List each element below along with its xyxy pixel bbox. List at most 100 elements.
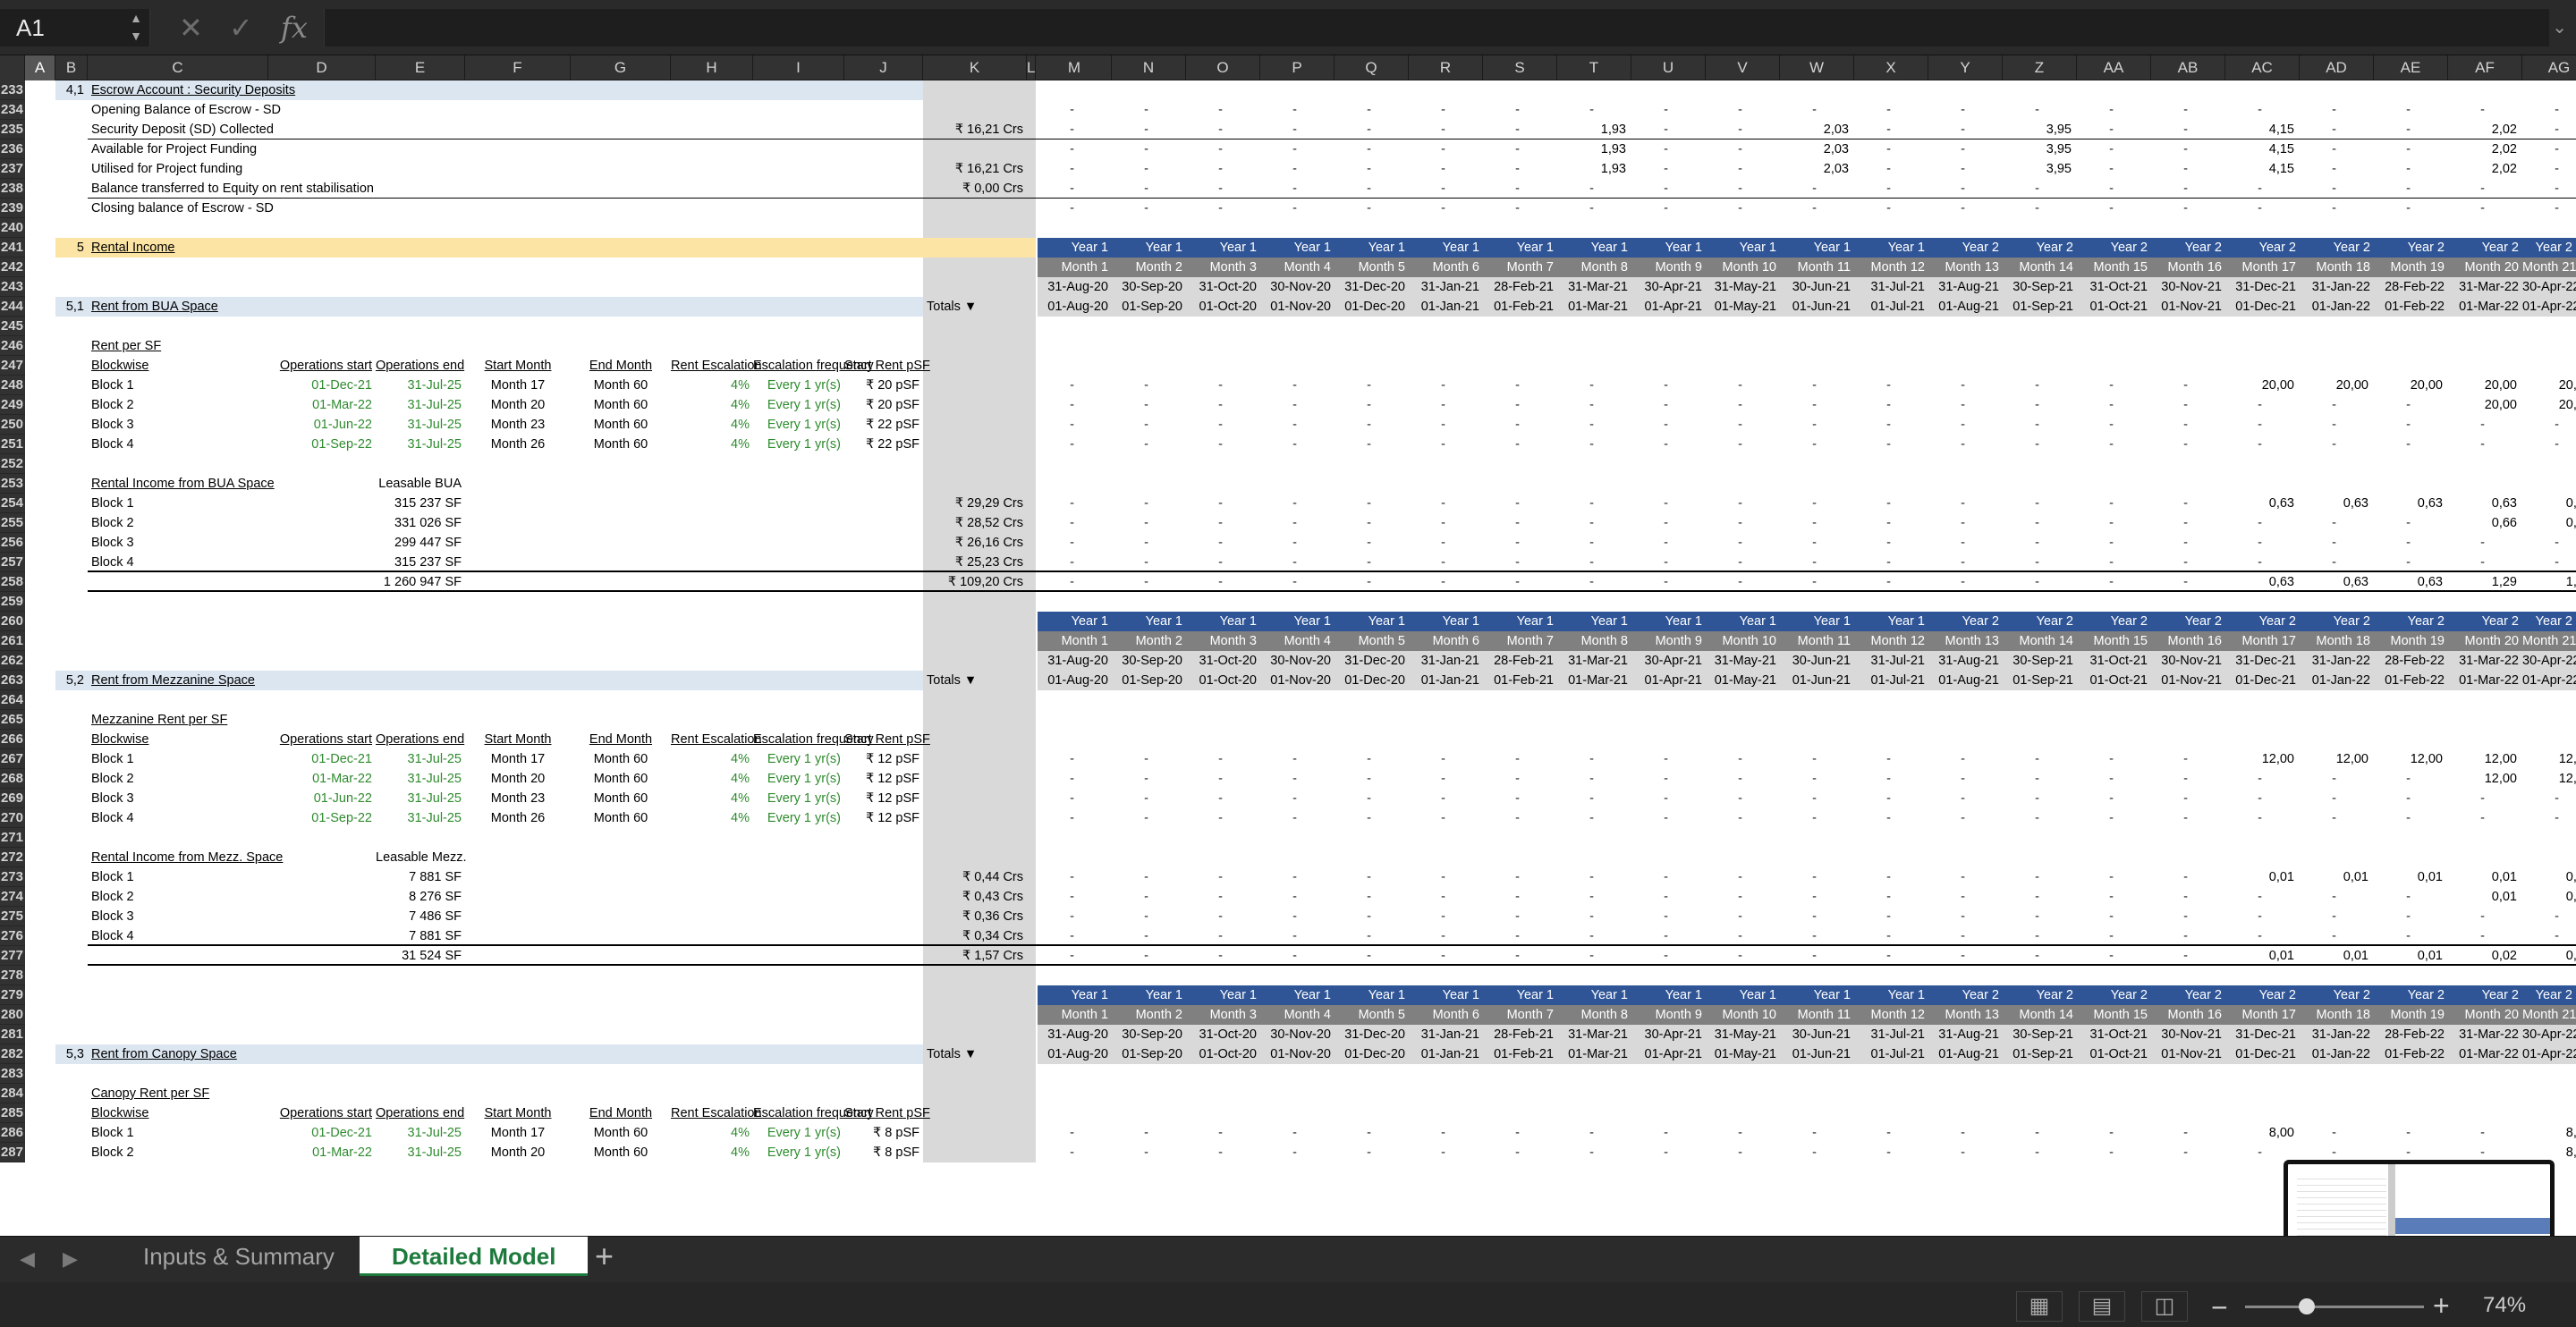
month-value[interactable]: - [1854, 513, 1927, 533]
month-value[interactable]: - [1260, 808, 1333, 828]
timeline-cell[interactable]: 31-Oct-21 [2077, 277, 2151, 297]
row-header[interactable]: 270 [0, 808, 25, 828]
month-value[interactable]: - [1260, 572, 1333, 592]
column-header-ab[interactable]: AB [2151, 55, 2225, 80]
month-value[interactable]: - [2077, 139, 2149, 159]
timeline-cell[interactable]: Year 2 [2522, 612, 2576, 631]
month-value[interactable]: - [1038, 415, 1110, 435]
timeline-cell[interactable]: Year 1 [1706, 985, 1780, 1005]
month-value[interactable]: - [1335, 867, 1407, 887]
month-value[interactable]: - [1854, 907, 1927, 926]
month-value[interactable]: - [1631, 907, 1704, 926]
timeline-cell[interactable]: Month 5 [1335, 258, 1409, 277]
column-header-b[interactable]: B [55, 55, 88, 80]
column-header-q[interactable]: Q [1335, 55, 1409, 80]
month-value[interactable]: - [1928, 867, 2001, 887]
prev-sheet-icon[interactable]: ◀ [20, 1247, 35, 1271]
month-value[interactable]: - [1335, 435, 1407, 454]
month-value[interactable]: - [1483, 179, 1555, 199]
month-value[interactable]: - [1706, 100, 1778, 120]
month-value[interactable]: 0,01 [2300, 867, 2372, 887]
month-value[interactable]: - [1186, 789, 1258, 808]
row-header[interactable]: 253 [0, 474, 25, 494]
timeline-cell[interactable]: Month 19 [2374, 631, 2448, 651]
timeline-cell[interactable]: 01-Oct-20 [1186, 1044, 1260, 1064]
month-value[interactable]: - [2003, 199, 2075, 218]
normal-view-icon[interactable]: ▦ [2016, 1291, 2063, 1322]
month-value[interactable]: - [1112, 513, 1184, 533]
timeline-cell[interactable]: Month 9 [1631, 631, 1706, 651]
month-value[interactable]: - [1557, 494, 1630, 513]
cell-rent-escalation[interactable]: 4% [671, 1123, 753, 1143]
timeline-cell[interactable]: Month 2 [1112, 1005, 1186, 1025]
timeline-cell[interactable]: Month 16 [2151, 258, 2225, 277]
timeline-cell[interactable]: 01-Nov-20 [1260, 297, 1335, 317]
timeline-cell[interactable]: Year 2 [2374, 238, 2448, 258]
column-header-ad[interactable]: AD [2300, 55, 2374, 80]
month-value[interactable]: - [1854, 494, 1927, 513]
column-header-h[interactable]: H [671, 55, 753, 80]
timeline-cell[interactable]: 01-Feb-21 [1483, 671, 1557, 690]
row-header[interactable]: 284 [0, 1084, 25, 1103]
cell-ops-end[interactable]: Leasable Mezz. [376, 848, 467, 867]
month-value[interactable]: - [1780, 769, 1852, 789]
month-value[interactable]: - [1854, 100, 1927, 120]
cell-escalation-frequency[interactable]: Every 1 yr(s) [753, 749, 844, 769]
timeline-cell[interactable]: Month 16 [2151, 631, 2225, 651]
month-value[interactable]: - [1186, 572, 1258, 592]
month-value[interactable]: - [1038, 120, 1110, 139]
timeline-cell[interactable]: Year 2 [2300, 238, 2374, 258]
month-value[interactable]: - [1706, 395, 1778, 415]
month-value[interactable]: - [1260, 494, 1333, 513]
timeline-cell[interactable]: 30-Sep-20 [1112, 277, 1186, 297]
cell-rent-escalation[interactable]: Rent Escalation [671, 730, 762, 749]
month-value[interactable]: - [1483, 435, 1555, 454]
timeline-cell[interactable]: 01-Oct-21 [2077, 1044, 2151, 1064]
month-value[interactable]: - [1854, 553, 1927, 572]
month-value[interactable]: - [1928, 395, 2001, 415]
month-value[interactable]: - [2522, 907, 2576, 926]
row-header[interactable]: 260 [0, 612, 25, 631]
month-value[interactable]: - [2300, 415, 2372, 435]
row-header[interactable]: 261 [0, 631, 25, 651]
month-value[interactable]: - [2151, 1123, 2224, 1143]
month-value[interactable]: 0,02 [2448, 946, 2521, 966]
timeline-cell[interactable]: 30-Nov-21 [2151, 277, 2225, 297]
month-value[interactable]: - [1038, 946, 1110, 966]
row-header[interactable]: 237 [0, 159, 25, 179]
month-value[interactable]: - [1112, 139, 1184, 159]
month-value[interactable]: - [2300, 179, 2372, 199]
month-value[interactable]: - [1631, 808, 1704, 828]
month-value[interactable]: - [1335, 749, 1407, 769]
row-header[interactable]: 271 [0, 828, 25, 848]
row-header[interactable]: 269 [0, 789, 25, 808]
cell-total[interactable]: ₹ 28,52 Crs [923, 513, 1027, 533]
timeline-cell[interactable]: 30-Sep-20 [1112, 651, 1186, 671]
cell-end-month[interactable]: Month 60 [571, 415, 671, 435]
month-value[interactable]: - [1557, 572, 1630, 592]
timeline-cell[interactable]: Year 2 [1928, 612, 2003, 631]
month-value[interactable]: - [1631, 100, 1704, 120]
column-header-a[interactable]: A [25, 55, 55, 80]
month-value[interactable]: - [2225, 415, 2298, 435]
month-value[interactable]: 3,95 [2003, 139, 2075, 159]
cell-ops-end[interactable]: 299 447 SF [376, 533, 465, 553]
row-header[interactable]: 234 [0, 100, 25, 120]
timeline-cell[interactable]: Year 2 [2151, 238, 2225, 258]
month-value[interactable]: - [2225, 100, 2298, 120]
row-label[interactable]: Rent per SF [88, 336, 358, 356]
month-value[interactable]: - [1409, 435, 1481, 454]
month-value[interactable]: - [2448, 789, 2521, 808]
row-header[interactable]: 264 [0, 690, 25, 710]
month-value[interactable]: - [1409, 199, 1481, 218]
timeline-cell[interactable]: 01-Jan-22 [2300, 297, 2374, 317]
month-value[interactable]: - [1483, 199, 1555, 218]
timeline-cell[interactable]: 01-Feb-22 [2374, 671, 2448, 690]
timeline-cell[interactable]: 30-Apr-21 [1631, 651, 1706, 671]
month-value[interactable]: - [2003, 1123, 2075, 1143]
cell-ops-start[interactable]: 01-Jun-22 [268, 415, 376, 435]
cell-ops-end[interactable]: 31-Jul-25 [376, 435, 465, 454]
page-layout-icon[interactable]: ▤ [2079, 1291, 2125, 1322]
month-value[interactable]: - [2300, 100, 2372, 120]
timeline-cell[interactable]: Month 9 [1631, 258, 1706, 277]
